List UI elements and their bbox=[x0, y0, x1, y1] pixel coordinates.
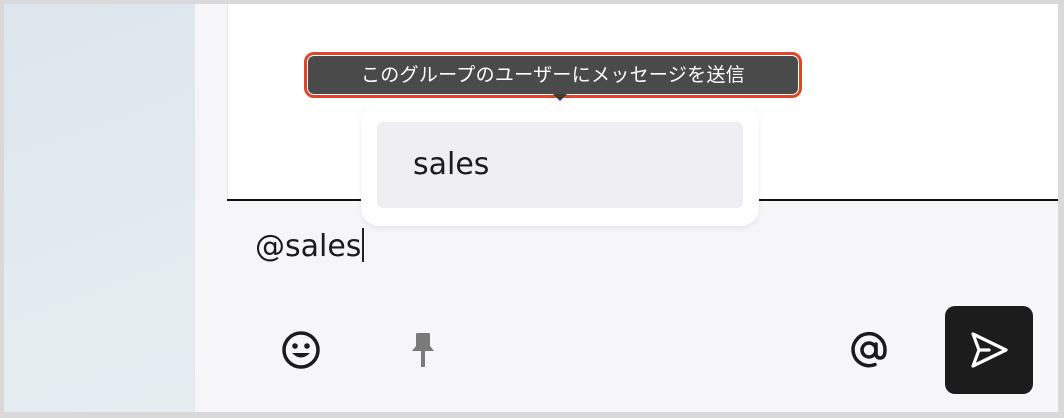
mention-tooltip: このグループのユーザーにメッセージを送信 bbox=[304, 52, 802, 98]
at-sign-icon bbox=[851, 331, 887, 368]
paper-plane-icon bbox=[971, 332, 1008, 368]
chat-main-panel: このグループのユーザーにメッセージを送信 sales @sales bbox=[194, 4, 1058, 412]
app-frame: このグループのユーザーにメッセージを送信 sales @sales bbox=[4, 4, 1058, 412]
left-sidebar-panel bbox=[4, 4, 194, 412]
mention-button[interactable] bbox=[847, 328, 891, 372]
emoji-button[interactable] bbox=[279, 328, 323, 372]
pin-button[interactable] bbox=[401, 328, 445, 372]
mention-suggestion-item[interactable]: sales bbox=[377, 122, 743, 208]
tooltip-arrow bbox=[553, 94, 567, 101]
send-button[interactable] bbox=[945, 306, 1033, 394]
pushpin-icon bbox=[412, 333, 434, 367]
smile-face-icon bbox=[282, 331, 320, 369]
message-input-value: @sales bbox=[255, 229, 362, 264]
text-caret bbox=[362, 228, 365, 262]
mention-suggestion-popup: sales bbox=[361, 104, 759, 226]
message-input[interactable]: @sales bbox=[255, 228, 365, 264]
